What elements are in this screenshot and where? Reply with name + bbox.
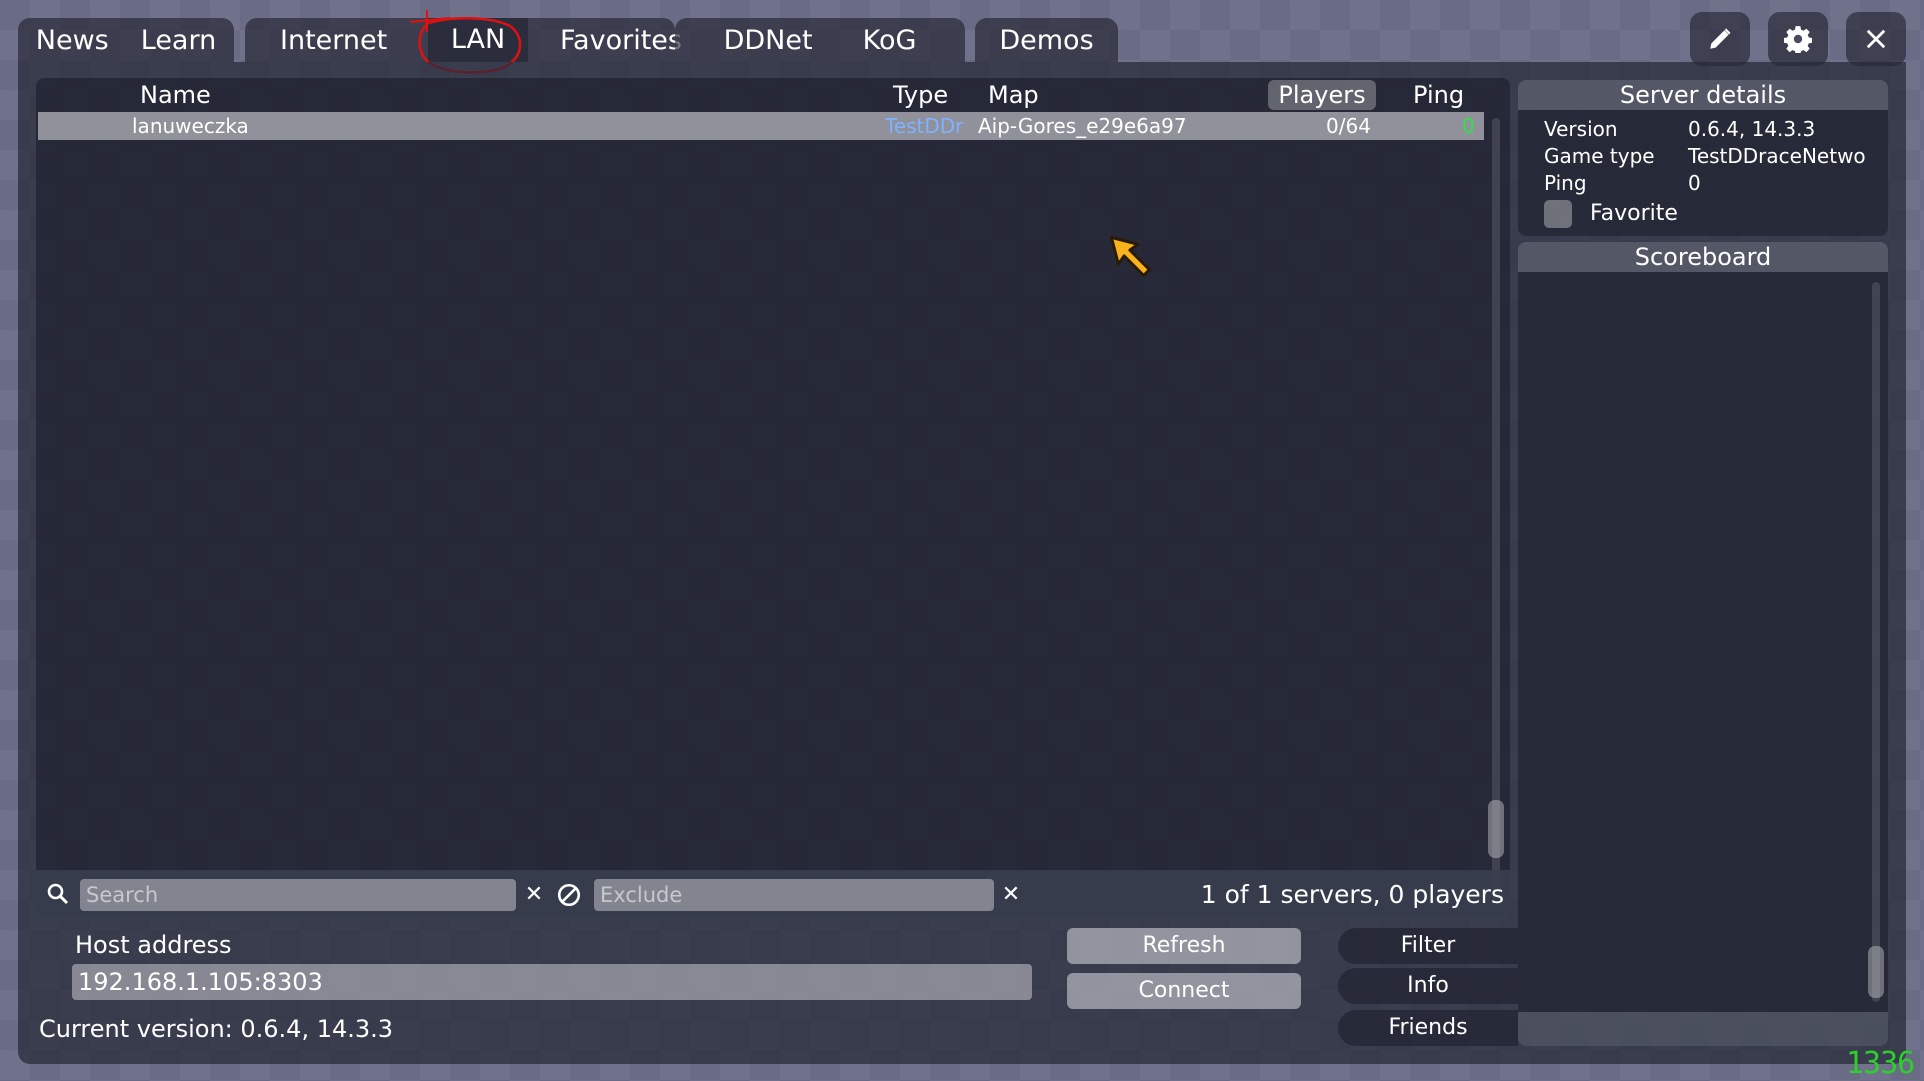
server-list[interactable]: Name Type Map Players Ping lanuweczka Te… (36, 78, 1510, 916)
fps-counter: 1336 (1846, 1046, 1915, 1081)
detail-version-label: Version (1544, 117, 1618, 141)
server-type: TestDDr (885, 114, 964, 138)
close-icon (1866, 29, 1886, 49)
column-map[interactable]: Map (988, 80, 1039, 110)
tab-kog[interactable]: KoG (863, 25, 917, 56)
filter-bar: Search ✕ Exclude ✕ 1 of 1 servers, 0 pla… (36, 870, 1510, 920)
tab-group-community: DDNet KoG (675, 18, 965, 62)
column-ping[interactable]: Ping (1413, 80, 1464, 110)
exclude-input[interactable]: Exclude (594, 879, 994, 911)
cursor-arrow-icon (1110, 236, 1151, 277)
search-icon (47, 883, 69, 905)
server-ping: 0 (1462, 114, 1475, 138)
host-address-label: Host address (75, 931, 232, 959)
connect-button[interactable]: Connect (1067, 973, 1301, 1009)
tab-filter[interactable]: Filter (1338, 928, 1518, 964)
scoreboard-title: Scoreboard (1518, 242, 1888, 272)
detail-gametype-label: Game type (1544, 144, 1655, 168)
tab-favorites[interactable]: Favorites (560, 25, 682, 56)
scoreboard-footer (1518, 1012, 1888, 1046)
server-players: 0/64 (1326, 114, 1371, 138)
edit-button[interactable] (1690, 12, 1750, 66)
tab-ddnet[interactable]: DDNet (724, 25, 813, 56)
scoreboard-panel: Scoreboard (1518, 242, 1888, 1046)
table-row[interactable]: lanuweczka TestDDr Aip-Gores_e29e6a97 0/… (38, 112, 1484, 140)
settings-button[interactable] (1768, 12, 1828, 66)
column-players[interactable]: Players (1268, 80, 1376, 110)
list-scrollbar-thumb[interactable] (1488, 800, 1504, 858)
host-address-input[interactable]: 192.168.1.105:8303 (72, 964, 1032, 1000)
clear-exclude-button[interactable]: ✕ (999, 881, 1023, 909)
favorite-label: Favorite (1590, 201, 1678, 226)
tab-group-news-learn: News Learn (18, 18, 234, 62)
clear-search-button[interactable]: ✕ (522, 881, 546, 909)
detail-gametype-value: TestDDraceNetwo (1688, 144, 1866, 168)
tab-info[interactable]: Info (1338, 968, 1518, 1004)
list-scrollbar[interactable] (1492, 118, 1500, 898)
pencil-icon (1710, 28, 1731, 49)
column-name[interactable]: Name (140, 80, 211, 110)
server-details-title: Server details (1518, 80, 1888, 110)
tab-news[interactable]: News (36, 25, 109, 56)
current-version: Current version: 0.6.4, 14.3.3 (39, 1015, 394, 1043)
detail-ping-label: Ping (1544, 171, 1587, 195)
refresh-button[interactable]: Refresh (1067, 928, 1301, 964)
close-button[interactable] (1846, 12, 1906, 66)
column-type[interactable]: Type (893, 80, 948, 110)
search-input[interactable]: Search (80, 879, 516, 911)
server-name: lanuweczka (132, 114, 249, 138)
detail-ping-value: 0 (1688, 171, 1701, 195)
exclude-icon (557, 883, 581, 907)
detail-version-value: 0.6.4, 14.3.3 (1688, 117, 1816, 141)
tab-learn[interactable]: Learn (141, 25, 216, 56)
server-count-status: 1 of 1 servers, 0 players (1200, 880, 1504, 909)
tab-demos[interactable]: Demos (975, 18, 1118, 62)
gear-icon (1784, 26, 1812, 53)
tab-internet[interactable]: Internet (280, 25, 387, 56)
tab-demos-label: Demos (999, 24, 1094, 56)
scoreboard-scrollbar[interactable] (1872, 282, 1880, 1002)
tab-friends[interactable]: Friends (1338, 1010, 1518, 1046)
server-details-panel: Server details Version 0.6.4, 14.3.3 Gam… (1518, 80, 1888, 236)
server-map: Aip-Gores_e29e6a97 (978, 114, 1187, 138)
favorite-checkbox[interactable] (1544, 200, 1572, 228)
scoreboard-scrollbar-thumb[interactable] (1868, 946, 1884, 998)
